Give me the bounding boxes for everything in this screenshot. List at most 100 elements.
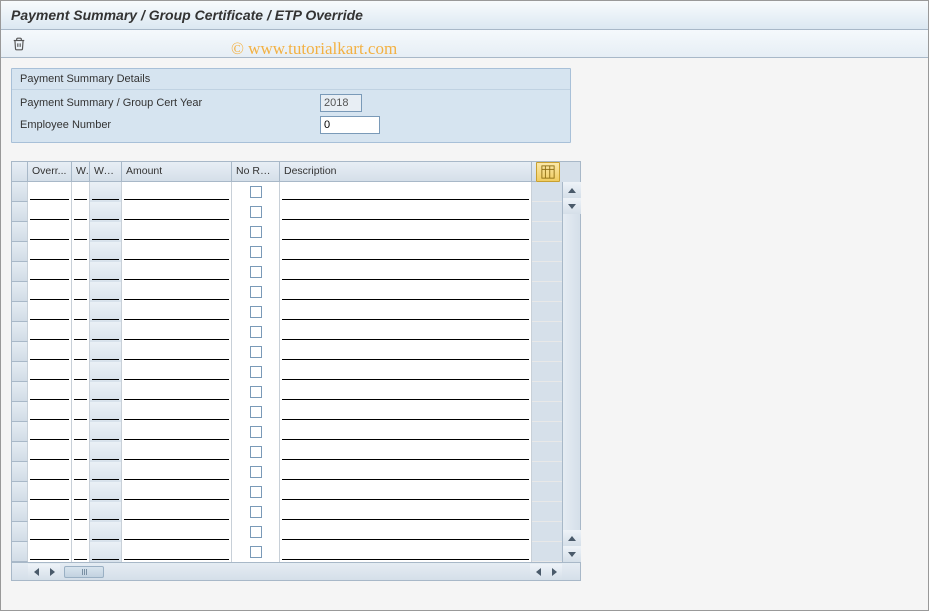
cell-w[interactable] — [72, 402, 90, 422]
norev-checkbox[interactable] — [250, 486, 262, 498]
cell-overr[interactable] — [28, 342, 72, 362]
norev-checkbox[interactable] — [250, 186, 262, 198]
row-selector[interactable] — [12, 262, 28, 282]
cell-w[interactable] — [72, 342, 90, 362]
year-field[interactable] — [320, 94, 362, 112]
cell-overr[interactable] — [28, 462, 72, 482]
cell-wa-picker[interactable] — [90, 462, 122, 482]
configure-columns-button[interactable] — [536, 162, 560, 182]
row-selector[interactable] — [12, 282, 28, 302]
cell-amount[interactable] — [122, 422, 232, 442]
row-selector[interactable] — [12, 342, 28, 362]
cell-wa-picker[interactable] — [90, 202, 122, 222]
row-selector[interactable] — [12, 502, 28, 522]
cell-description[interactable] — [280, 462, 532, 482]
column-header-norev[interactable]: No Rev... — [232, 162, 280, 181]
cell-wa-picker[interactable] — [90, 522, 122, 542]
norev-checkbox[interactable] — [250, 266, 262, 278]
cell-wa-picker[interactable] — [90, 482, 122, 502]
cell-w[interactable] — [72, 262, 90, 282]
cell-w[interactable] — [72, 282, 90, 302]
cell-w[interactable] — [72, 422, 90, 442]
cell-overr[interactable] — [28, 422, 72, 442]
delete-button[interactable] — [9, 34, 29, 54]
cell-amount[interactable] — [122, 202, 232, 222]
norev-checkbox[interactable] — [250, 306, 262, 318]
horizontal-scrollbar[interactable] — [12, 562, 580, 580]
cell-w[interactable] — [72, 302, 90, 322]
cell-overr[interactable] — [28, 382, 72, 402]
cell-wa-picker[interactable] — [90, 402, 122, 422]
cell-description[interactable] — [280, 382, 532, 402]
cell-amount[interactable] — [122, 182, 232, 202]
row-selector[interactable] — [12, 182, 28, 202]
cell-overr[interactable] — [28, 542, 72, 562]
cell-w[interactable] — [72, 362, 90, 382]
cell-w[interactable] — [72, 502, 90, 522]
row-selector[interactable] — [12, 482, 28, 502]
norev-checkbox[interactable] — [250, 426, 262, 438]
row-selector[interactable] — [12, 542, 28, 562]
row-selector[interactable] — [12, 242, 28, 262]
cell-overr[interactable] — [28, 362, 72, 382]
cell-overr[interactable] — [28, 262, 72, 282]
norev-checkbox[interactable] — [250, 366, 262, 378]
scroll-right-button-2[interactable] — [546, 564, 562, 580]
cell-amount[interactable] — [122, 342, 232, 362]
cell-wa-picker[interactable] — [90, 222, 122, 242]
cell-amount[interactable] — [122, 282, 232, 302]
cell-overr[interactable] — [28, 482, 72, 502]
scroll-left-button-2[interactable] — [530, 564, 546, 580]
cell-description[interactable] — [280, 442, 532, 462]
cell-w[interactable] — [72, 182, 90, 202]
scroll-down-button[interactable] — [563, 198, 581, 214]
cell-wa-picker[interactable] — [90, 302, 122, 322]
vertical-scrollbar[interactable] — [562, 182, 580, 562]
cell-w[interactable] — [72, 242, 90, 262]
cell-w[interactable] — [72, 222, 90, 242]
cell-amount[interactable] — [122, 362, 232, 382]
cell-description[interactable] — [280, 502, 532, 522]
cell-overr[interactable] — [28, 502, 72, 522]
norev-checkbox[interactable] — [250, 466, 262, 478]
row-selector[interactable] — [12, 322, 28, 342]
cell-wa-picker[interactable] — [90, 542, 122, 562]
row-selector[interactable] — [12, 222, 28, 242]
cell-description[interactable] — [280, 282, 532, 302]
cell-wa-picker[interactable] — [90, 502, 122, 522]
cell-wa-picker[interactable] — [90, 282, 122, 302]
cell-wa-picker[interactable] — [90, 382, 122, 402]
column-header-description[interactable]: Description — [280, 162, 532, 181]
cell-overr[interactable] — [28, 402, 72, 422]
cell-w[interactable] — [72, 382, 90, 402]
cell-amount[interactable] — [122, 522, 232, 542]
cell-wa-picker[interactable] — [90, 242, 122, 262]
cell-wa-picker[interactable] — [90, 182, 122, 202]
cell-amount[interactable] — [122, 262, 232, 282]
cell-amount[interactable] — [122, 222, 232, 242]
cell-description[interactable] — [280, 482, 532, 502]
cell-overr[interactable] — [28, 522, 72, 542]
norev-checkbox[interactable] — [250, 246, 262, 258]
cell-description[interactable] — [280, 362, 532, 382]
row-selector[interactable] — [12, 522, 28, 542]
cell-description[interactable] — [280, 522, 532, 542]
column-header-amount[interactable]: Amount — [122, 162, 232, 181]
cell-w[interactable] — [72, 462, 90, 482]
scroll-down-button-2[interactable] — [563, 546, 581, 562]
cell-overr[interactable] — [28, 442, 72, 462]
cell-amount[interactable] — [122, 322, 232, 342]
row-selector[interactable] — [12, 382, 28, 402]
cell-description[interactable] — [280, 202, 532, 222]
column-header-w[interactable]: W. — [72, 162, 90, 181]
norev-checkbox[interactable] — [250, 546, 262, 558]
cell-w[interactable] — [72, 522, 90, 542]
cell-overr[interactable] — [28, 202, 72, 222]
row-selector[interactable] — [12, 402, 28, 422]
column-header-wa[interactable]: Wa... — [90, 162, 122, 181]
row-selector-header[interactable] — [12, 162, 28, 181]
column-header-overr[interactable]: Overr... — [28, 162, 72, 181]
norev-checkbox[interactable] — [250, 386, 262, 398]
cell-description[interactable] — [280, 342, 532, 362]
cell-overr[interactable] — [28, 322, 72, 342]
